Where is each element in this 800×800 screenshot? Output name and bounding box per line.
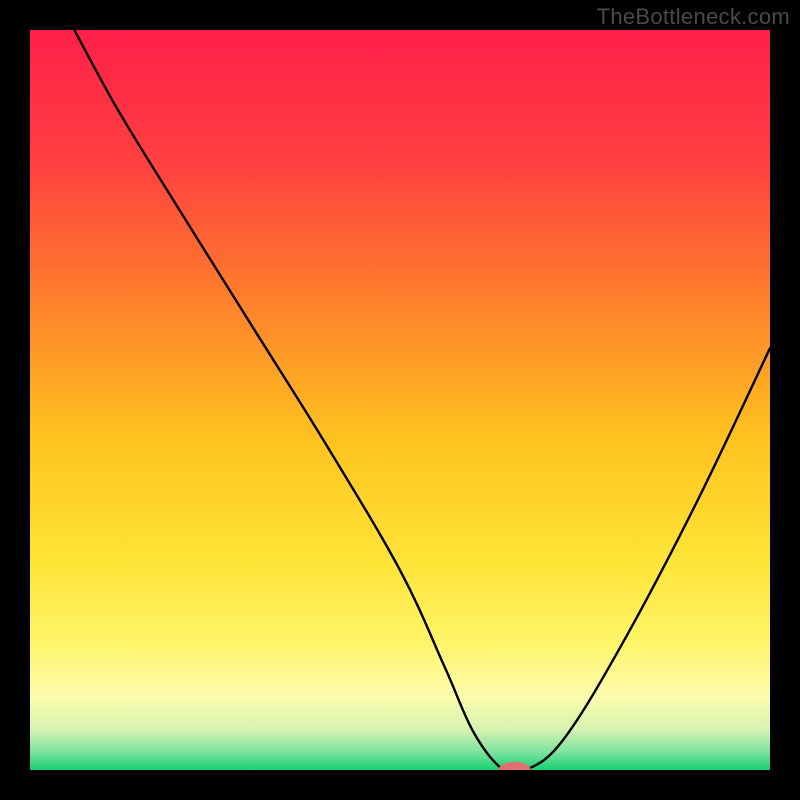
chart-svg <box>30 30 770 770</box>
plot-area <box>30 30 770 770</box>
chart-frame: TheBottleneck.com <box>0 0 800 800</box>
gradient-background <box>30 30 770 770</box>
watermark-label: TheBottleneck.com <box>597 4 790 30</box>
